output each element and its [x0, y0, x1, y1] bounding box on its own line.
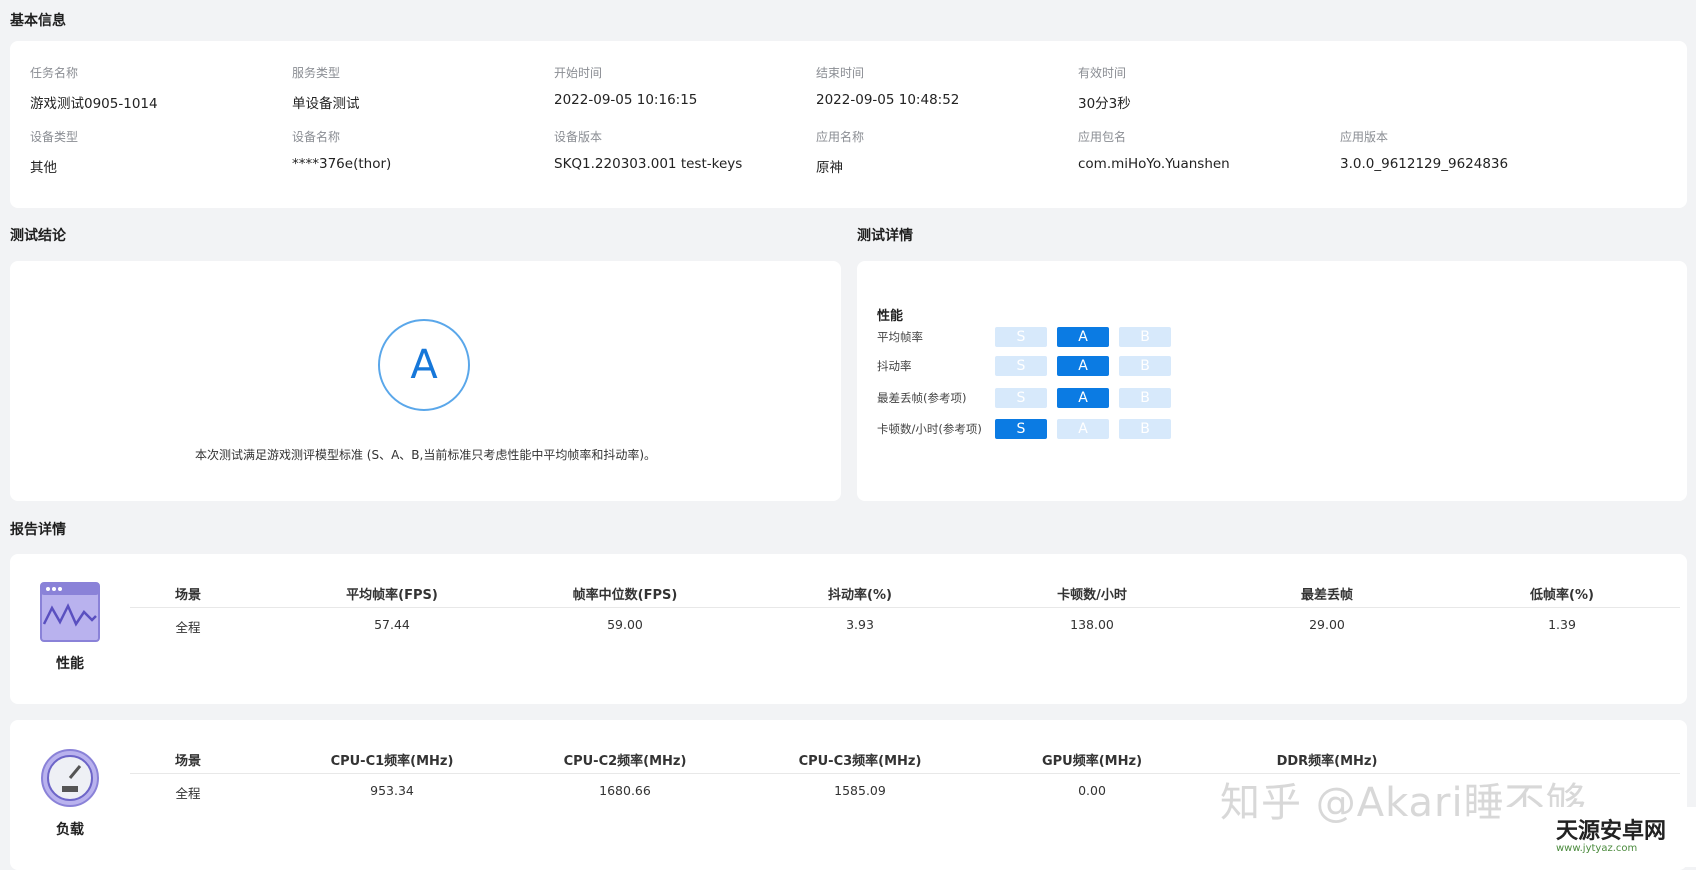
table-divider	[130, 607, 1680, 608]
load-label: 负载	[56, 822, 84, 838]
grade-option-s: S	[995, 327, 1047, 347]
detail-row: 最差丢帧(参考项) S A B	[877, 388, 1197, 408]
table-header: 最差丢帧	[1300, 588, 1354, 603]
performance-table: 场景 平均帧率(FPS) 帧率中位数(FPS) 抖动率(%) 卡顿数/小时 最差丢帧 低帧率…	[130, 584, 1680, 635]
conclusion-description: 本次测试满足游戏测评模型标准 (S、A、B,当前标准只考虑性能中平均帧率和抖动率…	[194, 448, 657, 462]
info-device-version: 设备版本 SKQ1.220303.001 test-keys	[554, 130, 743, 172]
table-cell: 0.00	[1078, 783, 1106, 798]
table-cell: 全程	[175, 620, 201, 635]
table-cell: 全程	[175, 786, 201, 801]
performance-chart-icon	[40, 582, 100, 642]
table-header: 抖动率(%)	[828, 588, 892, 603]
table-cell: 57.44	[374, 617, 410, 632]
table-cell: 138.00	[1070, 617, 1114, 632]
table-header: CPU-C2频率(MHz)	[563, 754, 687, 769]
table-cell: 29.00	[1309, 617, 1345, 632]
info-start-time: 开始时间 2022-09-05 10:16:15	[554, 66, 698, 108]
performance-label: 性能	[56, 656, 84, 672]
info-app-name: 应用名称 原神	[816, 130, 865, 176]
grade-option-b: B	[1119, 327, 1171, 347]
grade-option-s: S	[995, 419, 1047, 439]
table-header: 低帧率(%)	[1530, 588, 1594, 603]
performance-report-card: 性能 场景 平均帧率(FPS) 帧率中位数(FPS) 抖动率(%) 卡顿数/小时 最差丢帧…	[10, 554, 1687, 704]
grade-option-b: B	[1119, 356, 1171, 376]
grade-option-a: A	[1057, 419, 1109, 439]
section-title-report: 报告详情	[10, 522, 66, 538]
info-package-name: 应用包名 com.miHoYo.Yuanshen	[1078, 130, 1230, 172]
table-cell: 1585.09	[834, 783, 886, 798]
grade-option-a: A	[1057, 327, 1109, 347]
info-device-type: 设备类型 其他	[30, 130, 79, 176]
section-title-conclusion: 测试结论	[10, 228, 66, 244]
detail-row-label: 最差丢帧(参考项)	[877, 391, 967, 405]
table-header: GPU频率(MHz)	[1041, 754, 1143, 769]
table-header: 平均帧率(FPS)	[346, 588, 438, 603]
detail-row: 平均帧率 S A B	[877, 327, 1197, 347]
table-header: 场景	[174, 754, 202, 769]
details-heading: 性能	[877, 309, 904, 324]
table-header: 卡顿数/小时	[1057, 588, 1127, 603]
info-task-name: 任务名称 游戏测试0905-1014	[30, 66, 158, 112]
table-cell: 1680.66	[599, 783, 651, 798]
info-device-name: 设备名称 ****376e(thor)	[292, 130, 392, 172]
table-header: DDR频率(MHz)	[1276, 754, 1378, 769]
section-title-basic-info: 基本信息	[10, 13, 66, 29]
table-header: 帧率中位数(FPS)	[572, 588, 678, 603]
table-cell: 59.00	[607, 617, 643, 632]
grade-option-b: B	[1119, 388, 1171, 408]
grade-option-a: A	[1057, 356, 1109, 376]
table-cell: 3.93	[846, 617, 874, 632]
detail-row-label: 抖动率	[877, 359, 912, 373]
table-cell: 1.39	[1548, 617, 1576, 632]
table-header: 场景	[174, 588, 202, 603]
detail-row-label: 卡顿数/小时(参考项)	[877, 422, 982, 436]
grade-option-s: S	[995, 356, 1047, 376]
gauge-icon	[41, 749, 99, 807]
site-logo-url: www.jytyaz.com	[1556, 842, 1638, 854]
section-title-details: 测试详情	[857, 228, 913, 244]
info-app-version: 应用版本 3.0.0_9612129_9624836	[1340, 130, 1509, 172]
details-card: 性能 平均帧率 S A B 抖动率 S A B 最差丢帧(参考项) S A B 卡顿数/小时(参考项) S…	[857, 261, 1687, 501]
conclusion-card: A 本次测试满足游戏测评模型标准 (S、A、B,当前标准只考虑性能中平均帧率和抖…	[10, 261, 841, 501]
grade-option-b: B	[1119, 419, 1171, 439]
info-valid-time: 有效时间 30分3秒	[1078, 66, 1131, 112]
overall-grade-badge: A	[378, 319, 470, 411]
detail-row: 抖动率 S A B	[877, 356, 1197, 376]
grade-option-s: S	[995, 388, 1047, 408]
info-service-type: 服务类型 单设备测试	[292, 66, 360, 112]
site-logo: 天源安卓网 www.jytyaz.com	[1504, 807, 1696, 867]
detail-row: 卡顿数/小时(参考项) S A B	[877, 419, 1197, 439]
basic-info-card: 任务名称 游戏测试0905-1014 服务类型 单设备测试 开始时间 2022-…	[10, 41, 1687, 208]
detail-row-label: 平均帧率	[877, 330, 923, 344]
table-cell: 953.34	[370, 783, 414, 798]
grade-option-a: A	[1057, 388, 1109, 408]
site-logo-name: 天源安卓网	[1556, 818, 1667, 844]
table-header: CPU-C1频率(MHz)	[330, 754, 454, 769]
table-header: CPU-C3频率(MHz)	[798, 754, 922, 769]
info-end-time: 结束时间 2022-09-05 10:48:52	[816, 66, 960, 108]
